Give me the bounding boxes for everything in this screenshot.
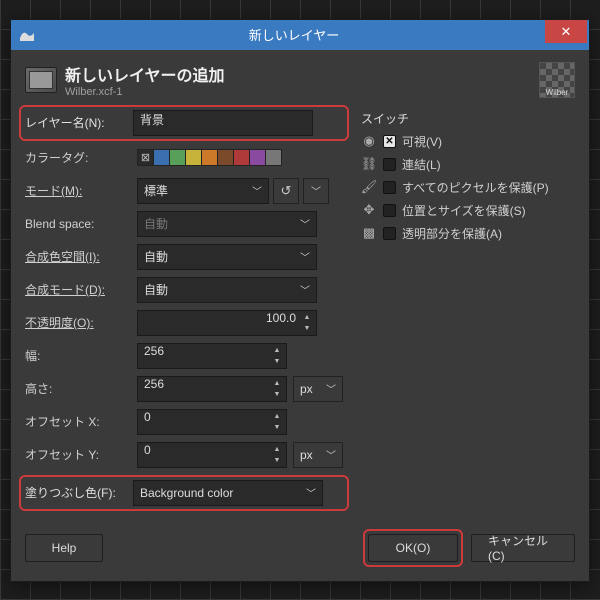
offsety-input[interactable]: 0▲▼ bbox=[137, 442, 287, 468]
colortag-swatch[interactable] bbox=[249, 149, 266, 166]
switch-checkbox[interactable] bbox=[383, 227, 396, 240]
eye-icon: ◉ bbox=[361, 133, 377, 149]
dialog-header: 新しいレイヤーの追加 Wilber.xcf-1 Wilber bbox=[25, 62, 575, 98]
label-layer-name: レイヤー名(N): bbox=[25, 114, 133, 131]
highlight-layer-name: レイヤー名(N): 背景 bbox=[19, 105, 349, 141]
width-input[interactable]: 256▲▼ bbox=[137, 343, 287, 369]
colortag-swatch[interactable] bbox=[265, 149, 282, 166]
colortag-picker[interactable]: ⊠ bbox=[137, 149, 282, 166]
switch-label: 連結(L) bbox=[402, 156, 441, 173]
mode-menu-button[interactable]: ﹀ bbox=[303, 178, 329, 204]
switch-row: 🖌 すべてのピクセルを保護(P) bbox=[361, 179, 575, 196]
chevron-down-icon: ﹀ bbox=[252, 183, 262, 198]
colortag-swatch[interactable] bbox=[233, 149, 250, 166]
switch-label: 可視(V) bbox=[402, 133, 442, 150]
switch-checkbox[interactable]: ✕ bbox=[383, 135, 396, 148]
ok-button[interactable]: OK(O) bbox=[368, 534, 458, 562]
app-icon bbox=[17, 25, 37, 45]
dialog-title: 新しいレイヤーの追加 bbox=[65, 62, 225, 86]
switch-label: すべてのピクセルを保護(P) bbox=[402, 179, 549, 196]
fill-select[interactable]: Background color﹀ bbox=[133, 480, 323, 506]
switch-checkbox[interactable] bbox=[383, 181, 396, 194]
label-offy: オフセット Y: bbox=[25, 446, 137, 463]
close-button[interactable]: ✕ bbox=[545, 20, 587, 43]
label-compspace: 合成色空間(I): bbox=[25, 248, 137, 265]
label-mode: モード(M): bbox=[25, 182, 137, 199]
label-offx: オフセット X: bbox=[25, 413, 137, 430]
label-width: 幅: bbox=[25, 347, 137, 364]
switch-row: ▩ 透明部分を保護(A) bbox=[361, 225, 575, 242]
compspace-select[interactable]: 自動﹀ bbox=[137, 244, 317, 270]
preview-thumb: Wilber bbox=[539, 62, 575, 98]
mode-reset-button[interactable]: ↺ bbox=[273, 178, 299, 204]
label-blend: Blend space: bbox=[25, 217, 137, 231]
colortag-swatch[interactable] bbox=[185, 149, 202, 166]
switches-title: スイッチ bbox=[361, 110, 575, 127]
dialog-window: 新しいレイヤー ✕ 新しいレイヤーの追加 Wilber.xcf-1 Wilber… bbox=[10, 19, 590, 582]
label-fill: 塗りつぶし色(F): bbox=[25, 484, 133, 501]
dialog-subtitle: Wilber.xcf-1 bbox=[65, 86, 225, 98]
link-icon: ⛓ bbox=[361, 156, 377, 172]
switch-checkbox[interactable] bbox=[383, 204, 396, 217]
offset-unit-select[interactable]: px﹀ bbox=[293, 442, 343, 468]
colortag-swatch[interactable] bbox=[217, 149, 234, 166]
offsetx-input[interactable]: 0▲▼ bbox=[137, 409, 287, 435]
switch-row: ⛓ 連結(L) bbox=[361, 156, 575, 173]
highlight-fill: 塗りつぶし色(F): Background color﹀ bbox=[19, 475, 349, 511]
switch-label: 位置とサイズを保護(S) bbox=[402, 202, 526, 219]
colortag-swatch[interactable] bbox=[169, 149, 186, 166]
label-height: 高さ: bbox=[25, 380, 137, 397]
help-button[interactable]: Help bbox=[25, 534, 103, 562]
switch-row: ◉ ✕ 可視(V) bbox=[361, 133, 575, 150]
window-title: 新しいレイヤー bbox=[43, 25, 545, 44]
label-opacity: 不透明度(O): bbox=[25, 314, 137, 331]
alpha-icon: ▩ bbox=[361, 225, 377, 241]
compmode-select[interactable]: 自動﹀ bbox=[137, 277, 317, 303]
titlebar[interactable]: 新しいレイヤー ✕ bbox=[11, 20, 589, 50]
highlight-ok: OK(O) bbox=[363, 529, 463, 567]
move-icon: ✥ bbox=[361, 202, 377, 218]
height-input[interactable]: 256▲▼ bbox=[137, 376, 287, 402]
brush-icon: 🖌 bbox=[361, 179, 377, 195]
colortag-swatch[interactable] bbox=[153, 149, 170, 166]
switch-row: ✥ 位置とサイズを保護(S) bbox=[361, 202, 575, 219]
colortag-swatch[interactable] bbox=[201, 149, 218, 166]
switch-checkbox[interactable] bbox=[383, 158, 396, 171]
size-unit-select[interactable]: px﹀ bbox=[293, 376, 343, 402]
blend-select[interactable]: 自動﹀ bbox=[137, 211, 317, 237]
colortag-none[interactable]: ⊠ bbox=[137, 149, 154, 166]
layer-name-input[interactable]: 背景 bbox=[133, 110, 313, 136]
mode-select[interactable]: 標準﹀ bbox=[137, 178, 269, 204]
label-colortag: カラータグ: bbox=[25, 149, 137, 166]
layers-icon bbox=[25, 67, 57, 93]
label-compmode: 合成モード(D): bbox=[25, 281, 137, 298]
cancel-button[interactable]: キャンセル(C) bbox=[471, 534, 575, 562]
switch-label: 透明部分を保護(A) bbox=[402, 225, 502, 242]
opacity-input[interactable]: 100.0▲▼ bbox=[137, 310, 317, 336]
